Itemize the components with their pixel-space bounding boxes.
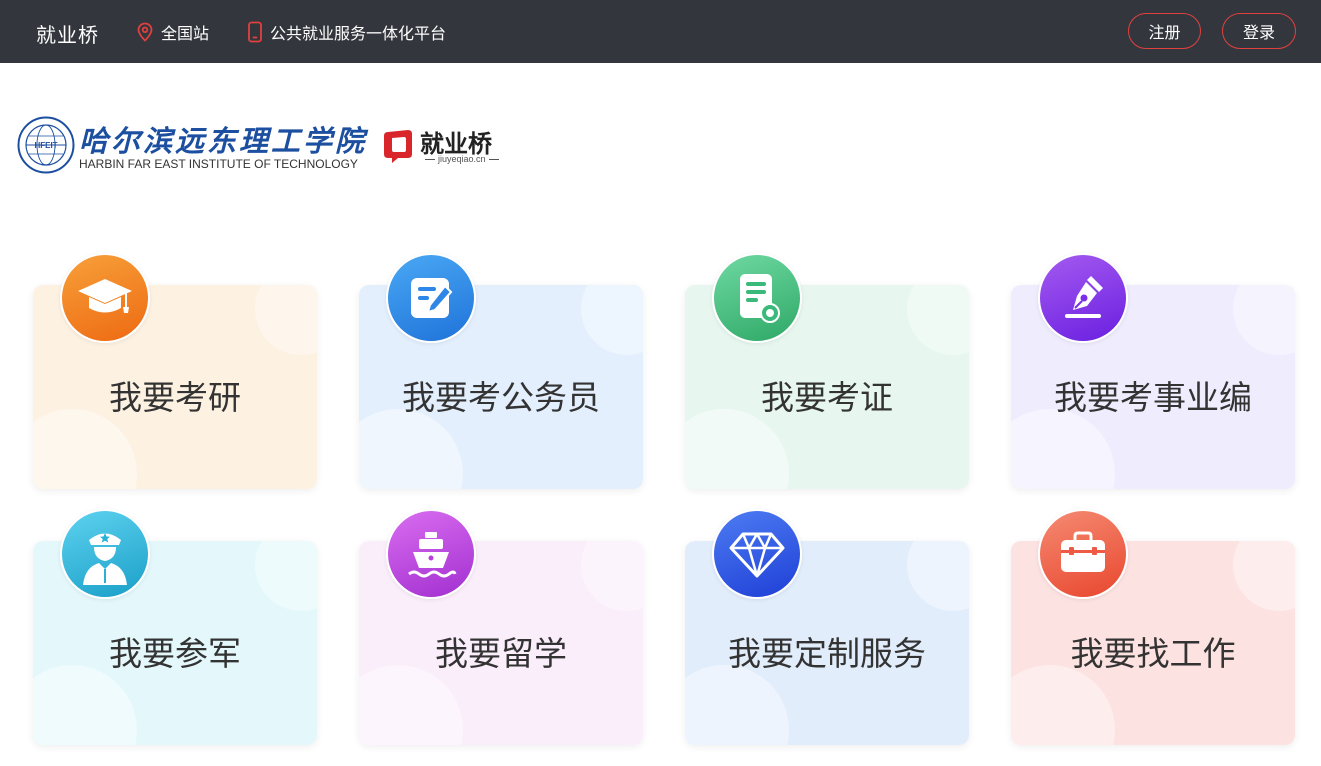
service-card-label: 我要考证 bbox=[761, 378, 893, 417]
brand-title[interactable]: 就业桥 bbox=[36, 19, 99, 48]
platform-logo-mark-icon bbox=[384, 130, 412, 163]
login-button[interactable]: 登录 bbox=[1222, 13, 1296, 49]
edit-document-icon bbox=[386, 253, 476, 343]
school-seal-icon: HFEIT bbox=[17, 116, 75, 174]
certificate-icon bbox=[712, 253, 802, 343]
service-card-label: 我要考公务员 bbox=[402, 378, 600, 417]
service-card-label: 我要参军 bbox=[109, 634, 241, 673]
ship-icon bbox=[386, 509, 476, 599]
pen-nib-icon bbox=[1038, 253, 1128, 343]
platform-label: 公共就业服务一体化平台 bbox=[270, 24, 447, 43]
platform-url-text: jiuyeqiao.cn bbox=[438, 154, 486, 164]
platform-logo-url: jiuyeqiao.cn bbox=[422, 154, 504, 164]
service-card-label: 我要找工作 bbox=[1070, 634, 1236, 673]
location-selector[interactable]: 全国站 bbox=[136, 20, 209, 44]
service-card-label: 我要考研 bbox=[109, 378, 241, 417]
graduation-cap-icon bbox=[60, 253, 150, 343]
school-logo: HFEIT 哈尔滨远东理工学院 HARBIN FAR EAST INSTITUT… bbox=[17, 116, 364, 178]
service-card-label: 我要定制服务 bbox=[728, 634, 926, 673]
briefcase-icon bbox=[1038, 509, 1128, 599]
diamond-icon bbox=[712, 509, 802, 599]
mobile-phone-icon bbox=[248, 21, 262, 43]
platform-logo: 就业桥 jiuyeqiao.cn bbox=[382, 124, 507, 170]
location-pin-icon bbox=[137, 22, 153, 42]
service-card-label: 我要留学 bbox=[435, 634, 567, 673]
platform-link[interactable]: 公共就业服务一体化平台 bbox=[247, 20, 446, 44]
location-label: 全国站 bbox=[161, 24, 210, 43]
school-seal-text: HFEIT bbox=[34, 141, 57, 150]
top-navigation-bar: 就业桥 全国站 公共就业服务一体化平台 注册 登录 bbox=[0, 0, 1321, 63]
school-name-en: HARBIN FAR EAST INSTITUTE OF TECHNOLOGY bbox=[79, 157, 358, 171]
school-name-cn: 哈尔滨远东理工学院 bbox=[79, 124, 368, 158]
service-card-label: 我要考事业编 bbox=[1054, 378, 1252, 417]
register-button[interactable]: 注册 bbox=[1128, 13, 1201, 49]
soldier-icon bbox=[60, 509, 150, 599]
